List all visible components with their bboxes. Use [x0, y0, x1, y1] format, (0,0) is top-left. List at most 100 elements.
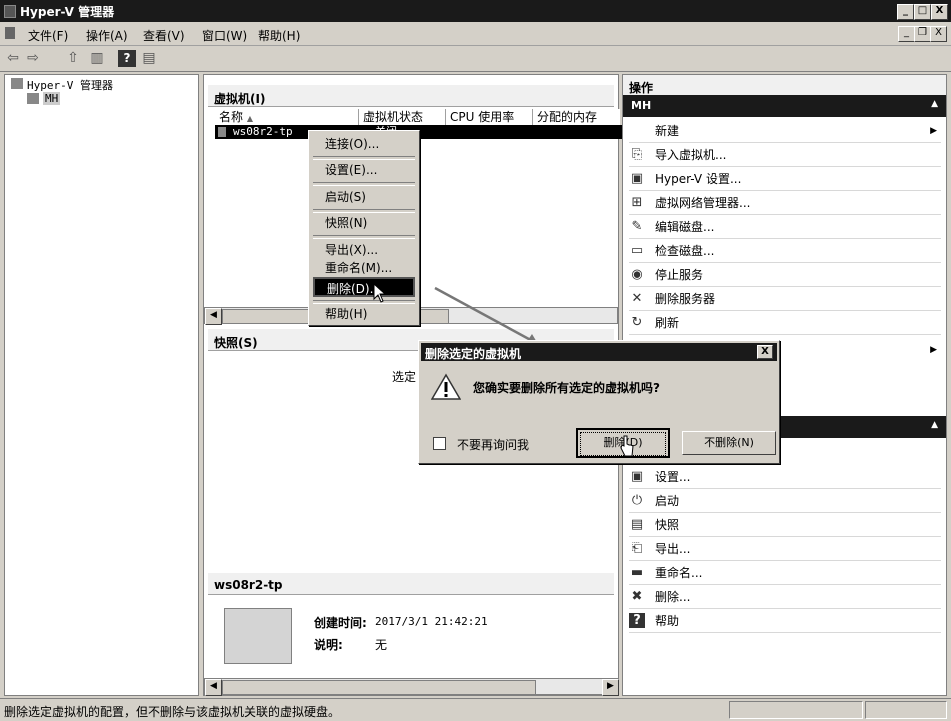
vm-thumbnail: [224, 608, 292, 664]
ctx-start[interactable]: 启动(S): [313, 187, 415, 207]
show-action-pane-icon[interactable]: ▤: [140, 50, 158, 67]
menu-action[interactable]: 操作(A): [86, 27, 128, 44]
inspect-disk-icon: ▭: [630, 243, 644, 258]
menu-window[interactable]: 窗口(W): [202, 27, 247, 44]
action-item[interactable]: ? 帮助: [629, 609, 941, 633]
action-label: 检查磁盘...: [655, 244, 715, 258]
snapshot-icon: ▤: [630, 517, 644, 532]
minimize-button[interactable]: _: [897, 4, 914, 20]
submenu-arrow-icon: ▶: [930, 126, 937, 136]
action-item[interactable]: ▣ Hyper-V 设置...: [629, 167, 941, 191]
close-button[interactable]: X: [931, 4, 948, 20]
action-label: 重命名...: [655, 566, 703, 580]
collapse-icon[interactable]: ▲: [931, 99, 938, 109]
menu-view[interactable]: 查看(V): [143, 27, 185, 44]
details-scrollbar[interactable]: ◀ ▶: [204, 678, 619, 696]
rename-icon: ▬: [630, 565, 644, 580]
status-segment: [729, 701, 863, 719]
help-icon[interactable]: ?: [118, 50, 136, 67]
menu-file[interactable]: 文件(F): [28, 27, 68, 44]
collapse-icon[interactable]: ▲: [931, 420, 938, 430]
action-item[interactable]: ▭ 检查磁盘...: [629, 239, 941, 263]
action-item[interactable]: ⎗ 导出...: [629, 537, 941, 561]
dialog-titlebar: 删除选定的虚拟机 X: [421, 343, 777, 361]
show-tree-icon[interactable]: ▥: [88, 50, 106, 67]
col-memory[interactable]: 分配的内存: [533, 109, 620, 125]
col-state[interactable]: 虚拟机状态: [359, 109, 446, 125]
action-label: 快照: [655, 518, 680, 532]
dialog-title: 删除选定的虚拟机: [425, 347, 522, 361]
mmc-doc-icon: [5, 27, 15, 39]
tree-server[interactable]: MH: [43, 92, 61, 105]
action-item[interactable]: ▣ 设置...: [629, 465, 941, 489]
action-item[interactable]: ⎘ 导入虚拟机...: [629, 143, 941, 167]
action-item[interactable]: ▬ 重命名...: [629, 561, 941, 585]
mdi-close-button[interactable]: X: [930, 26, 947, 42]
hyperv-app-icon: [4, 5, 16, 18]
mdi-minimize-button[interactable]: _: [898, 26, 915, 42]
menu-help[interactable]: 帮助(H): [258, 27, 300, 44]
console-tree: Hyper-V 管理器 MH: [4, 74, 199, 696]
details-scroll-right[interactable]: ▶: [602, 679, 619, 696]
details-scroll-thumb[interactable]: [222, 680, 536, 695]
ctx-delete[interactable]: 删除(D)...: [313, 277, 415, 297]
action-item[interactable]: ◉ 停止服务: [629, 263, 941, 287]
actions-server-header[interactable]: MH ▲: [623, 95, 946, 117]
action-item[interactable]: ⏻ 启动: [629, 489, 941, 513]
server-icon: [27, 93, 39, 104]
edit-disk-icon: ✎: [631, 219, 643, 234]
hand-cursor-icon: [620, 435, 634, 457]
details-header: ws08r2-tp: [208, 573, 614, 595]
up-icon[interactable]: ⇧: [64, 50, 82, 67]
sort-ascending-icon: ▲: [246, 114, 253, 123]
snapshot-empty-text: 选定: [392, 370, 417, 384]
created-label: 创建时间:: [314, 616, 367, 630]
col-cpu[interactable]: CPU 使用率: [446, 109, 533, 125]
ctx-rename[interactable]: 重命名(M)...: [313, 258, 415, 278]
stop-service-icon: ◉: [631, 267, 643, 282]
vm-section-header: 虚拟机(I): [208, 85, 614, 107]
action-item[interactable]: ✎ 编辑磁盘...: [629, 215, 941, 239]
dialog-close-button[interactable]: X: [757, 345, 773, 359]
menu-bar: 文件(F) 操作(A) 查看(V) 窗口(W) 帮助(H) _ ❐ X: [0, 22, 951, 46]
dont-ask-checkbox[interactable]: [433, 437, 446, 450]
cancel-button[interactable]: 不删除(N): [682, 431, 776, 455]
status-segment: [865, 701, 947, 719]
action-item[interactable]: ⊞ 虚拟网络管理器...: [629, 191, 941, 215]
actions-header: 操作: [623, 75, 946, 95]
action-label: 帮助: [655, 614, 680, 628]
action-item[interactable]: ✕ 删除服务器: [629, 287, 941, 311]
action-item[interactable]: ▤ 快照: [629, 513, 941, 537]
ctx-connect[interactable]: 连接(O)...: [313, 134, 415, 154]
ctx-separator: [313, 235, 415, 239]
context-menu: 连接(O)... 设置(E)... 启动(S) 快照(N) 导出(X)... 重…: [308, 130, 420, 326]
tree-root[interactable]: Hyper-V 管理器: [27, 77, 113, 93]
col-name[interactable]: 名称 ▲: [215, 109, 359, 125]
action-item[interactable]: 新建 ▶: [629, 119, 941, 143]
action-label: Hyper-V 设置...: [655, 172, 742, 186]
ctx-help[interactable]: 帮助(H): [313, 304, 415, 324]
hyperv-manager-icon: [11, 78, 23, 89]
desc-label: 说明:: [314, 638, 343, 652]
action-item[interactable]: ↻ 刷新: [629, 311, 941, 335]
ctx-export[interactable]: 导出(X)...: [313, 240, 415, 260]
action-label: 删除...: [655, 590, 691, 604]
mdi-restore-button[interactable]: ❐: [914, 26, 931, 42]
import-vm-icon: ⎘: [631, 147, 643, 162]
window-title: Hyper-V 管理器: [20, 5, 115, 19]
details-scroll-left[interactable]: ◀: [205, 679, 222, 696]
back-icon[interactable]: ⇦: [4, 50, 22, 67]
status-bar: 删除选定虚拟机的配置，但不删除与该虚拟机关联的虚拟硬盘。: [0, 698, 951, 721]
action-item[interactable]: ✖ 删除...: [629, 585, 941, 609]
scroll-left-button[interactable]: ◀: [205, 308, 222, 325]
ctx-snapshot[interactable]: 快照(N): [313, 213, 415, 233]
action-label: 虚拟网络管理器...: [655, 196, 751, 210]
maximize-button[interactable]: □: [914, 4, 931, 20]
desc-value: 无: [375, 638, 388, 652]
forward-icon[interactable]: ⇨: [24, 50, 42, 67]
action-label: 设置...: [655, 470, 691, 484]
dialog-message: 您确实要删除所有选定的虚拟机吗?: [473, 381, 660, 395]
ctx-settings[interactable]: 设置(E)...: [313, 160, 415, 180]
status-text: 删除选定虚拟机的配置，但不删除与该虚拟机关联的虚拟硬盘。: [4, 705, 341, 719]
hyperv-settings-icon: ▣: [630, 171, 644, 186]
